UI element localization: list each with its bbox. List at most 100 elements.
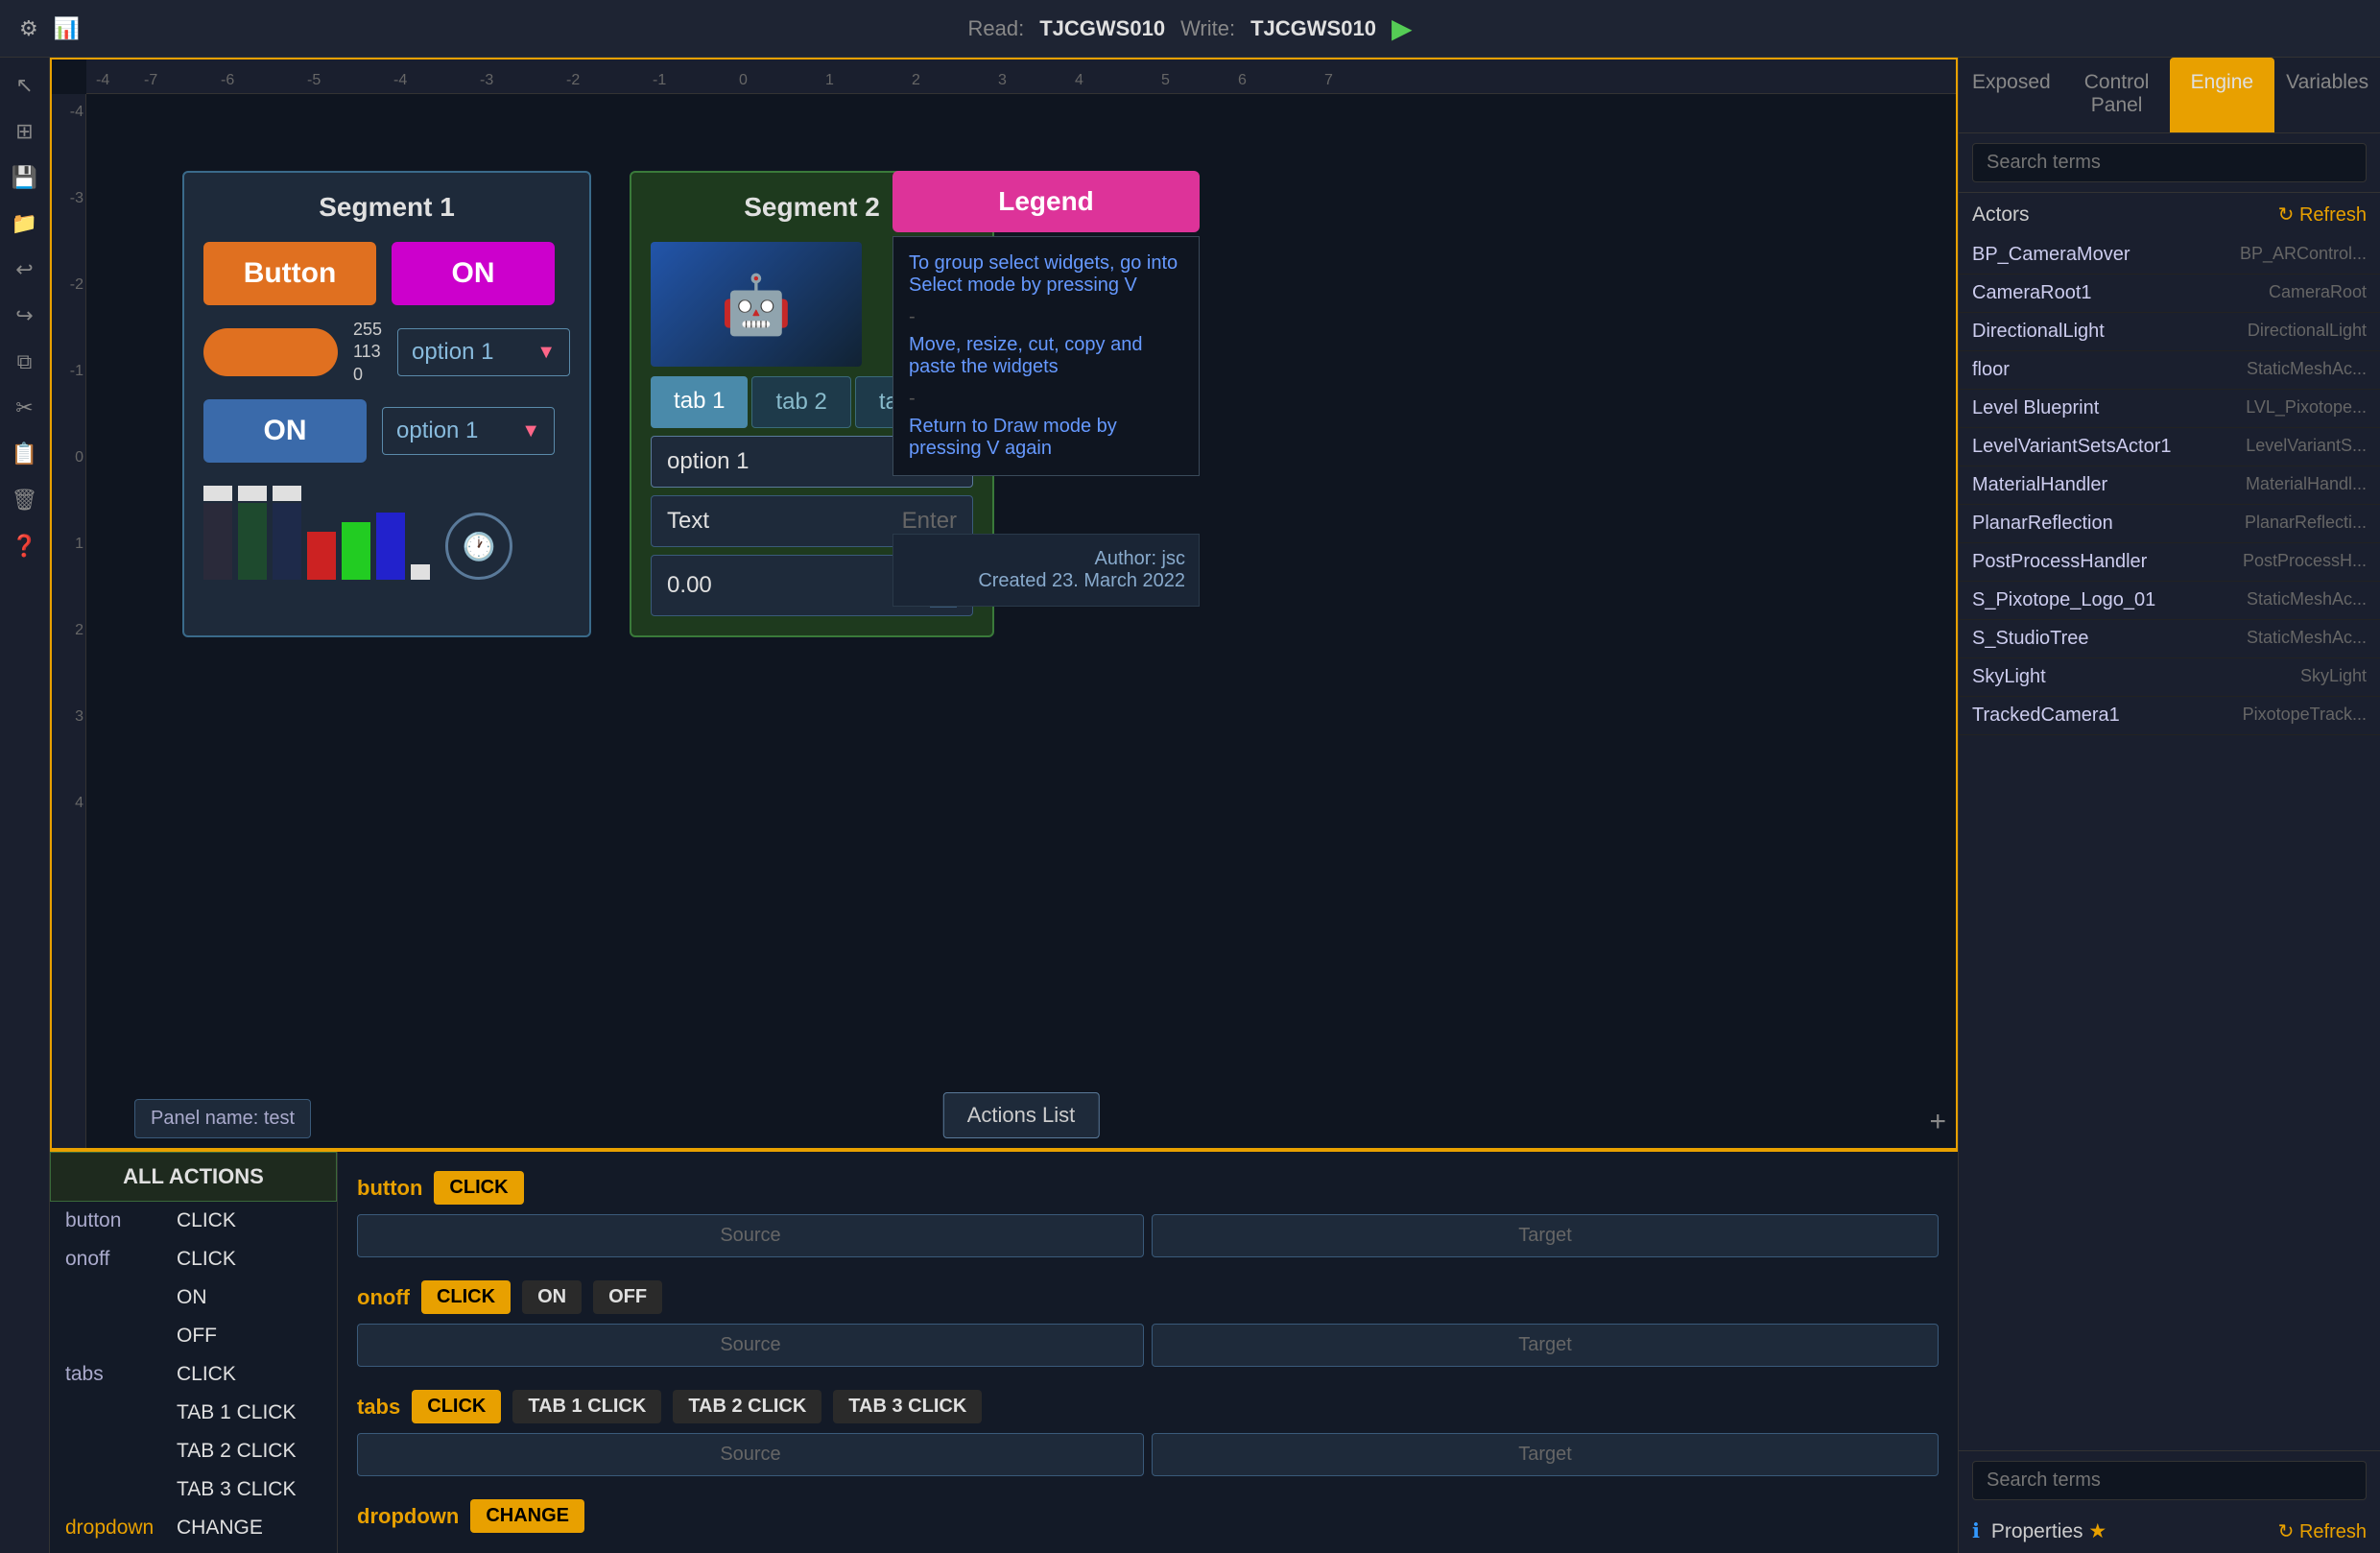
actor-row[interactable]: SkyLight SkyLight — [1959, 658, 2380, 697]
action-tab2click-type: TAB 2 CLICK — [177, 1440, 296, 1463]
settings-icon[interactable]: ⚙ — [19, 16, 38, 41]
tab2[interactable]: tab 2 — [751, 376, 850, 428]
tab-control-panel[interactable]: Control Panel — [2064, 58, 2170, 132]
action-row-off[interactable]: OFF — [50, 1317, 337, 1355]
delete-tool[interactable]: 🗑 — [6, 482, 44, 518]
play-button[interactable]: ▶ — [1392, 12, 1413, 44]
dropdown1-arrow: ▼ — [536, 342, 556, 364]
redo-tool[interactable]: ↪ — [10, 298, 38, 334]
legend-line1[interactable]: To group select widgets, go into Select … — [909, 252, 1183, 297]
legend-line3[interactable]: Return to Draw mode by pressing V again — [909, 416, 1183, 460]
copy-tool[interactable]: ⧉ — [12, 344, 38, 380]
tab-engine[interactable]: Engine — [2170, 58, 2275, 132]
action-row-tab1click[interactable]: TAB 1 CLICK — [50, 1394, 337, 1432]
actor-row[interactable]: BP_CameraMover BP_ARControl... — [1959, 236, 2380, 275]
action-detail-tabs-source[interactable]: Source — [357, 1433, 1144, 1476]
tab-exposed[interactable]: Exposed — [1959, 58, 2064, 132]
action-detail-tabs-tab2-tag[interactable]: TAB 2 CLICK — [673, 1390, 821, 1423]
actions-list-button[interactable]: Actions List — [943, 1092, 1100, 1138]
action-detail-tabs-tab3-tag[interactable]: TAB 3 CLICK — [833, 1390, 982, 1423]
dropdown1-widget[interactable]: option 1 ▼ — [397, 328, 570, 376]
properties-refresh-button[interactable]: ↻ Refresh — [2278, 1519, 2367, 1543]
stats-icon[interactable]: 📊 — [54, 16, 80, 41]
action-detail-onoff-off-tag[interactable]: OFF — [593, 1280, 662, 1314]
actor-row[interactable]: S_Pixotope_Logo_01 StaticMeshAc... — [1959, 582, 2380, 620]
cb-darkblue-main — [273, 503, 301, 580]
action-detail-button-target[interactable]: Target — [1152, 1214, 1939, 1257]
action-detail-tabs-st-row: Source Target — [357, 1433, 1939, 1476]
action-row-on[interactable]: ON — [50, 1278, 337, 1317]
actors-refresh-button[interactable]: ↻ Refresh — [2278, 203, 2367, 227]
select-tool[interactable]: ↖ — [10, 67, 38, 104]
action-detail-tabs-name: tabs — [357, 1395, 400, 1420]
dropdown2-value: option 1 — [396, 418, 478, 444]
legend-button[interactable]: Legend — [892, 171, 1200, 232]
action-row-tab2click[interactable]: TAB 2 CLICK — [50, 1432, 337, 1470]
action-detail-onoff-target[interactable]: Target — [1152, 1324, 1939, 1367]
action-detail-tabs: tabs CLICK TAB 1 CLICK TAB 2 CLICK TAB 3… — [357, 1390, 1939, 1476]
actor-row[interactable]: TrackedCamera1 PixotopeTrack... — [1959, 697, 2380, 735]
search-input2[interactable] — [1972, 1461, 2367, 1500]
legend-line2[interactable]: Move, resize, cut, copy and paste the wi… — [909, 334, 1183, 378]
actors-label: Actors — [1972, 203, 2030, 227]
top-bar-info: Read: TJCGWS010 Write: TJCGWS010 ▶ — [968, 12, 1413, 44]
save-tool[interactable]: 💾 — [6, 159, 43, 196]
all-actions-header: ALL ACTIONS — [50, 1152, 337, 1202]
actor-row[interactable]: S_StudioTree StaticMeshAc... — [1959, 620, 2380, 658]
onoff-toggle-blue[interactable]: ON — [203, 399, 367, 463]
actor-row[interactable]: Level Blueprint LVL_Pixotope... — [1959, 390, 2380, 428]
rgb-g: 113 — [353, 341, 382, 363]
robot-image: 🤖 — [651, 242, 862, 367]
action-detail-button-click-tag[interactable]: CLICK — [434, 1171, 523, 1205]
main-layout: ↖ ⊞ 💾 📁 ↩ ↪ ⧉ ✂ 📋 🗑 ❓ -4 -7 -6 -5 -4 -3 … — [0, 58, 2380, 1553]
action-button-type: CLICK — [177, 1209, 236, 1232]
actions-panel: ALL ACTIONS button CLICK onoff CLICK ON … — [50, 1150, 1958, 1553]
action-detail-onoff-header: onoff CLICK ON OFF — [357, 1280, 1939, 1314]
canvas-area[interactable]: -4 -7 -6 -5 -4 -3 -2 -1 0 1 2 3 4 5 6 7 … — [50, 58, 1958, 1150]
dropdown2-widget[interactable]: option 1 ▼ — [382, 407, 555, 455]
search-input[interactable] — [1972, 143, 2367, 182]
tab1[interactable]: tab 1 — [651, 376, 748, 428]
star-icon[interactable]: ★ — [2088, 1520, 2106, 1542]
tab-variables[interactable]: Variables — [2274, 58, 2380, 132]
action-row-tabs[interactable]: tabs CLICK — [50, 1355, 337, 1394]
cb-white-top — [203, 486, 232, 501]
action-detail-dropdown-change-tag[interactable]: CHANGE — [470, 1499, 584, 1533]
action-row-dropdown[interactable]: dropdown CHANGE — [50, 1509, 337, 1547]
action-detail-button: button CLICK Source Target — [357, 1171, 1939, 1257]
action-row-tab3click[interactable]: TAB 3 CLICK — [50, 1470, 337, 1509]
created-label: Created 23. March 2022 — [907, 570, 1185, 592]
action-detail-button-source[interactable]: Source — [357, 1214, 1144, 1257]
action-detail-tabs-target[interactable]: Target — [1152, 1433, 1939, 1476]
grid-tool[interactable]: ⊞ — [10, 113, 38, 150]
add-widget-button[interactable]: + — [1929, 1106, 1946, 1138]
onoff-toggle-magenta[interactable]: ON — [392, 242, 555, 305]
action-detail-onoff-on-tag[interactable]: ON — [522, 1280, 582, 1314]
dropdown-seg2-value: option 1 — [667, 448, 749, 475]
help-tool[interactable]: ❓ — [6, 528, 43, 564]
color-bar-blue — [376, 513, 405, 580]
actor-row[interactable]: MaterialHandler MaterialHandl... — [1959, 466, 2380, 505]
action-detail-dropdown-name: dropdown — [357, 1504, 459, 1529]
action-detail-onoff-click-tag[interactable]: CLICK — [421, 1280, 511, 1314]
action-detail-onoff-source[interactable]: Source — [357, 1324, 1144, 1367]
action-detail-tabs-click-tag[interactable]: CLICK — [412, 1390, 501, 1423]
actor-row[interactable]: DirectionalLight DirectionalLight — [1959, 313, 2380, 351]
button-widget[interactable]: Button — [203, 242, 376, 305]
action-row-button[interactable]: button CLICK — [50, 1202, 337, 1240]
actor-row[interactable]: PostProcessHandler PostProcessH... — [1959, 543, 2380, 582]
action-detail-tabs-tab1-tag[interactable]: TAB 1 CLICK — [512, 1390, 661, 1423]
actor-row[interactable]: CameraRoot1 CameraRoot — [1959, 275, 2380, 313]
folder-tool[interactable]: 📁 — [6, 205, 43, 242]
undo-tool[interactable]: ↩ — [10, 251, 38, 288]
paste-tool[interactable]: 📋 — [6, 436, 43, 472]
author-label: Author: jsc — [907, 548, 1185, 570]
actor-row[interactable]: LevelVariantSetsActor1 LevelVariantS... — [1959, 428, 2380, 466]
action-row-onoff[interactable]: onoff CLICK — [50, 1240, 337, 1278]
info-icon: ℹ — [1972, 1520, 1980, 1542]
action-tab3click-name — [65, 1478, 161, 1501]
cut-tool[interactable]: ✂ — [10, 390, 38, 426]
text-input-label: Text — [667, 508, 709, 535]
actor-row[interactable]: floor StaticMeshAc... — [1959, 351, 2380, 390]
actor-row[interactable]: PlanarReflection PlanarReflecti... — [1959, 505, 2380, 543]
